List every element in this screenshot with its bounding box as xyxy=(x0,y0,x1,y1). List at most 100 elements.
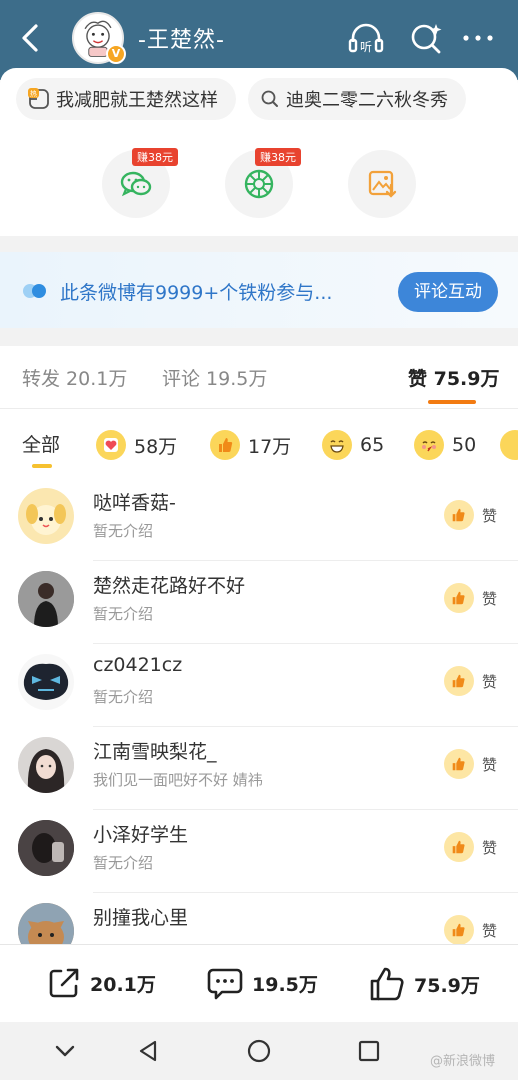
like-badge: 赞 xyxy=(444,666,497,696)
list-item[interactable]: cz0421cz 暂无介绍 赞 xyxy=(0,644,518,727)
nav-home-icon[interactable] xyxy=(246,1038,272,1064)
topic-chip-label: 迪奥二零二六秋冬秀 xyxy=(286,90,448,111)
like-label: 赞 xyxy=(482,921,498,940)
share-moments-button[interactable]: 赚38元 xyxy=(225,148,301,218)
topic-chip-label: 我减肥就王楚然这样 xyxy=(56,90,218,111)
filter-label: 65 xyxy=(360,434,385,456)
tab-comment[interactable]: 评论 19.5万 xyxy=(162,364,267,391)
liker-name[interactable]: cz0421cz xyxy=(93,654,182,676)
reward-badge: 赚38元 xyxy=(255,148,301,166)
comment-icon xyxy=(207,968,243,1000)
like-badge: 赞 xyxy=(444,915,497,945)
liker-desc: 暂无介绍 xyxy=(93,854,154,872)
thumb-up-icon xyxy=(444,915,474,945)
verified-badge: V xyxy=(106,44,126,64)
repost-button[interactable]: 20.1万 xyxy=(46,965,156,1001)
interaction-panel: 转发 20.1万 评论 19.5万 赞 75.9万 全部 58万 17万 65 … xyxy=(0,346,518,959)
filter-label: 50 xyxy=(452,434,477,456)
list-item[interactable]: 江南雪映梨花_ 我们见一面吧好不好 婧祎 赞 xyxy=(0,727,518,810)
like-label: 赞 xyxy=(482,755,498,774)
thumb-up-icon xyxy=(444,749,474,779)
repost-icon xyxy=(49,968,79,998)
like-label: 赞 xyxy=(482,506,498,525)
filter-label: 17万 xyxy=(248,435,292,458)
like-button[interactable]: 75.9万 xyxy=(368,965,480,1003)
weibo-likes-page: { "header": { "title": "-王楚然-", "verifie… xyxy=(0,0,518,1080)
avatar[interactable] xyxy=(18,820,74,876)
wechat-icon xyxy=(120,171,152,197)
thumb-up-icon xyxy=(370,967,404,1001)
tab-repost[interactable]: 转发 20.1万 xyxy=(22,364,127,391)
watermark: @新浪微博 xyxy=(430,1054,496,1069)
filter-kiss[interactable]: 50 xyxy=(414,430,476,460)
liker-desc: 暂无介绍 xyxy=(93,605,154,623)
nav-recents-icon[interactable] xyxy=(356,1038,382,1064)
listen-icon[interactable]: 听 xyxy=(346,18,386,58)
avatar[interactable] xyxy=(18,571,74,627)
like-badge: 赞 xyxy=(444,749,497,779)
heart-emoji-icon xyxy=(96,430,126,460)
more-icon[interactable] xyxy=(458,18,498,58)
share-wechat-button[interactable]: 赚38元 xyxy=(102,148,178,218)
chevron-down-icon[interactable] xyxy=(52,1038,78,1064)
search-icon[interactable] xyxy=(406,18,446,58)
comment-count: 19.5万 xyxy=(252,973,318,996)
topic-chip-1[interactable]: 热 我减肥就王楚然这样 xyxy=(16,78,236,120)
filter-thumb[interactable]: 17万 xyxy=(210,430,291,460)
comment-interact-button[interactable]: 评论互动 xyxy=(398,272,498,312)
filter-label: 58万 xyxy=(134,435,178,458)
like-count: 75.9万 xyxy=(414,974,480,997)
thumb-up-icon xyxy=(444,832,474,862)
search-icon xyxy=(261,90,278,107)
liker-name[interactable]: 江南雪映梨花_ xyxy=(93,737,217,764)
liker-desc: 暂无介绍 xyxy=(93,522,154,540)
svg-text:热: 热 xyxy=(30,89,37,98)
filter-heart[interactable]: 58万 xyxy=(96,430,177,460)
liker-desc: 我们见一面吧好不好 婧祎 xyxy=(93,771,263,789)
kiss-emoji-icon xyxy=(414,430,444,460)
filter-all[interactable]: 全部 xyxy=(22,430,60,457)
fan-banner[interactable]: 此条微博有9999+个铁粉参与... 评论互动 xyxy=(0,252,518,328)
liker-name[interactable]: 楚然走花路好不好 xyxy=(93,571,245,598)
liker-name[interactable]: 哒咩香菇- xyxy=(93,488,176,515)
thumb-up-icon xyxy=(444,500,474,530)
banner-text: 此条微博有9999+个铁粉参与... xyxy=(60,282,333,304)
nav-back-icon[interactable] xyxy=(136,1038,162,1064)
laugh-emoji-icon xyxy=(322,430,352,460)
save-image-button[interactable] xyxy=(348,150,416,218)
share-card: 热 我减肥就王楚然这样 迪奥二零二六秋冬秀 赚38元 赚38元 xyxy=(0,68,518,236)
hot-badge-icon: 热 xyxy=(28,88,49,109)
thumb-up-icon xyxy=(444,583,474,613)
avatar[interactable] xyxy=(18,488,74,544)
save-image-icon xyxy=(368,170,397,198)
partial-emoji-icon xyxy=(500,430,518,460)
avatar[interactable] xyxy=(18,654,74,710)
like-badge: 赞 xyxy=(444,500,497,530)
filter-label: 全部 xyxy=(22,434,61,456)
back-arrow-icon[interactable] xyxy=(14,20,46,56)
moments-icon xyxy=(244,169,274,199)
tab-indicator xyxy=(428,400,476,404)
page-title: -王楚然- xyxy=(138,28,225,53)
filter-laugh[interactable]: 65 xyxy=(322,430,384,460)
svg-text:听: 听 xyxy=(360,40,372,54)
like-label: 赞 xyxy=(482,672,498,691)
divider xyxy=(0,408,518,409)
like-badge: 赞 xyxy=(444,583,497,613)
comment-button[interactable]: 19.5万 xyxy=(206,965,318,1001)
list-item[interactable]: 哒咩香菇- 暂无介绍 赞 xyxy=(0,478,518,561)
tab-like[interactable]: 赞 75.9万 xyxy=(408,364,500,391)
like-badge: 赞 xyxy=(444,832,497,862)
topic-chip-2[interactable]: 迪奥二零二六秋冬秀 xyxy=(248,78,466,120)
thumb-emoji-icon xyxy=(210,430,240,460)
avatar[interactable] xyxy=(18,737,74,793)
like-label: 赞 xyxy=(482,838,498,857)
fan-badge-icon xyxy=(23,284,46,298)
liker-name[interactable]: 别撞我心里 xyxy=(93,903,188,930)
filter-indicator xyxy=(32,464,52,468)
filter-more-emoji[interactable] xyxy=(500,430,518,460)
list-item[interactable]: 楚然走花路好不好 暂无介绍 赞 xyxy=(0,561,518,644)
liker-name[interactable]: 小泽好学生 xyxy=(93,820,188,847)
liker-desc: 暂无介绍 xyxy=(93,688,154,706)
list-item[interactable]: 小泽好学生 暂无介绍 赞 xyxy=(0,810,518,893)
